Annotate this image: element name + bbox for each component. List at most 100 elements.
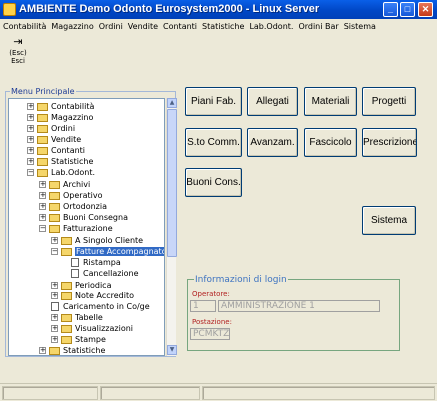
maximize-button[interactable]: □ — [400, 2, 415, 17]
tree-item-label: Operativo — [63, 191, 103, 200]
app-icon[interactable] — [3, 3, 16, 16]
tree-item-label: Magazzino — [51, 113, 94, 122]
door-exit-icon: ⇥ — [13, 35, 23, 48]
status-pane-2 — [100, 386, 200, 400]
scroll-down-arrow-icon[interactable]: ▼ — [167, 345, 177, 355]
tree-item[interactable]: Caricamento in Co/ge — [51, 301, 150, 312]
tree-item[interactable]: + Ordini — [27, 123, 75, 134]
expand-icon[interactable]: + — [39, 192, 46, 199]
tree-item[interactable]: + Tabelle — [51, 312, 103, 323]
expand-icon[interactable]: + — [39, 214, 46, 221]
tree-item[interactable]: + Contabilità — [27, 101, 94, 112]
expand-icon[interactable]: + — [27, 114, 34, 121]
tree-scrollbar[interactable]: ▲ ▼ — [166, 98, 177, 356]
folder-icon — [61, 236, 72, 245]
status-bar — [0, 383, 437, 401]
menu-sistema[interactable]: Sistema — [341, 20, 378, 31]
menu-ordini-bar[interactable]: Ordini Bar — [295, 20, 340, 31]
collapse-icon[interactable]: − — [39, 225, 46, 232]
menu-principale-legend: Menu Principale — [10, 87, 76, 96]
expand-icon[interactable]: + — [51, 237, 58, 244]
tree-item[interactable]: − Fatture Accompagnatorie — [51, 246, 164, 257]
menu-principale-panel: Menu Principale + Contabilità + Magazzino + O… — [5, 87, 177, 357]
folder-icon — [37, 102, 48, 111]
minimize-button[interactable]: _ — [383, 2, 398, 17]
tree-item[interactable]: + Archivi — [39, 179, 90, 190]
tree-item-label: Visualizzazioni — [75, 324, 134, 333]
piani-fab-button[interactable]: Piani Fab. — [185, 87, 242, 116]
folder-icon — [61, 281, 72, 290]
title-bar[interactable]: AMBIENTE Demo Odonto Eurosystem2000 - Li… — [0, 0, 437, 19]
expand-icon[interactable]: + — [39, 203, 46, 210]
tree-item[interactable]: − Lab.Odont. — [27, 167, 95, 178]
tree-item[interactable]: Ristampa — [71, 257, 121, 268]
tree-item[interactable]: + Contanti — [27, 145, 85, 156]
exit-button[interactable]: ⇥ (Esc) Esci — [5, 36, 31, 66]
fascicolo-button[interactable]: Fascicolo — [304, 128, 357, 157]
folder-icon — [49, 180, 60, 189]
tree-item[interactable]: + Visualizzazioni — [51, 323, 133, 334]
menu-lab-odont[interactable]: Lab.Odont. — [246, 20, 295, 31]
tree-item[interactable]: + Buoni Consegna — [39, 212, 128, 223]
folder-icon — [37, 124, 48, 133]
tree-item-label: Cancellazione — [83, 269, 139, 278]
tree-item-label: Tabelle — [75, 313, 103, 322]
tree-item[interactable]: + Statistiche — [39, 345, 105, 355]
prescrizione-button[interactable]: Prescrizione — [362, 128, 417, 157]
menu-statistiche[interactable]: Statistiche — [199, 20, 246, 31]
tree-item[interactable]: + Statistiche — [27, 156, 93, 167]
allegati-button[interactable]: Allegati — [247, 87, 298, 116]
tree-item-label: Note Accredito — [75, 291, 134, 300]
menu-tree[interactable]: + Contabilità + Magazzino + Ordini + Vendite + Co… — [8, 98, 165, 356]
expand-icon[interactable]: + — [51, 314, 58, 321]
materiali-button[interactable]: Materiali — [304, 87, 357, 116]
close-button[interactable]: ✕ — [418, 2, 433, 17]
tree-item[interactable]: + Vendite — [27, 134, 81, 145]
collapse-icon[interactable]: − — [51, 248, 58, 255]
folder-icon — [49, 202, 60, 211]
expand-icon[interactable]: + — [39, 347, 46, 354]
expand-icon[interactable]: + — [51, 292, 58, 299]
sto-comm-button[interactable]: S.to Comm. — [185, 128, 242, 157]
tree-item[interactable]: + A Singolo Cliente — [51, 235, 143, 246]
buoni-cons-button[interactable]: Buoni Cons. — [185, 168, 242, 197]
tree-item[interactable]: + Magazzino — [27, 112, 93, 123]
tree-item-label: Archivi — [63, 180, 91, 189]
login-info-panel: Informazioni di login Operatore: 1 AMMIN… — [187, 275, 400, 351]
menu-ordini[interactable]: Ordini — [96, 20, 125, 31]
tree-item-label: Caricamento in Co/ge — [63, 302, 150, 311]
tree-item[interactable]: Cancellazione — [71, 268, 139, 279]
scroll-up-arrow-icon[interactable]: ▲ — [167, 98, 177, 108]
folder-icon — [37, 135, 48, 144]
tree-item-label: Fatturazione — [63, 224, 113, 233]
menu-magazzino[interactable]: Magazzino — [48, 20, 95, 31]
expand-icon[interactable]: + — [27, 158, 34, 165]
expand-icon[interactable]: + — [51, 282, 58, 289]
menu-contabilita[interactable]: Contabilità — [0, 20, 48, 31]
tree-item[interactable]: − Fatturazione — [39, 223, 113, 234]
menu-vendite[interactable]: Vendite — [125, 20, 160, 31]
sistema-button[interactable]: Sistema — [362, 206, 416, 235]
status-pane-3 — [202, 386, 435, 400]
expand-icon[interactable]: + — [27, 136, 34, 143]
avanzam-button[interactable]: Avanzam. — [247, 128, 298, 157]
postazione-label: Postazione: — [192, 318, 232, 326]
menu-contanti[interactable]: Contanti — [160, 20, 199, 31]
main-window: AMBIENTE Demo Odonto Eurosystem2000 - Li… — [0, 0, 437, 401]
progetti-button[interactable]: Progetti — [362, 87, 416, 116]
tree-item[interactable]: + Operativo — [39, 190, 102, 201]
tree-item-label: Contabilità — [51, 102, 95, 111]
tree-item-label: Vendite — [51, 135, 82, 144]
expand-icon[interactable]: + — [27, 103, 34, 110]
expand-icon[interactable]: + — [51, 336, 58, 343]
expand-icon[interactable]: + — [39, 181, 46, 188]
collapse-icon[interactable]: − — [27, 169, 34, 176]
tree-item[interactable]: + Note Accredito — [51, 290, 134, 301]
expand-icon[interactable]: + — [27, 147, 34, 154]
expand-icon[interactable]: + — [27, 125, 34, 132]
expand-icon[interactable]: + — [51, 325, 58, 332]
tree-item[interactable]: + Stampe — [51, 334, 106, 345]
tree-item[interactable]: + Ortodonzia — [39, 201, 107, 212]
folder-icon — [49, 224, 60, 233]
scroll-thumb[interactable] — [167, 109, 177, 257]
